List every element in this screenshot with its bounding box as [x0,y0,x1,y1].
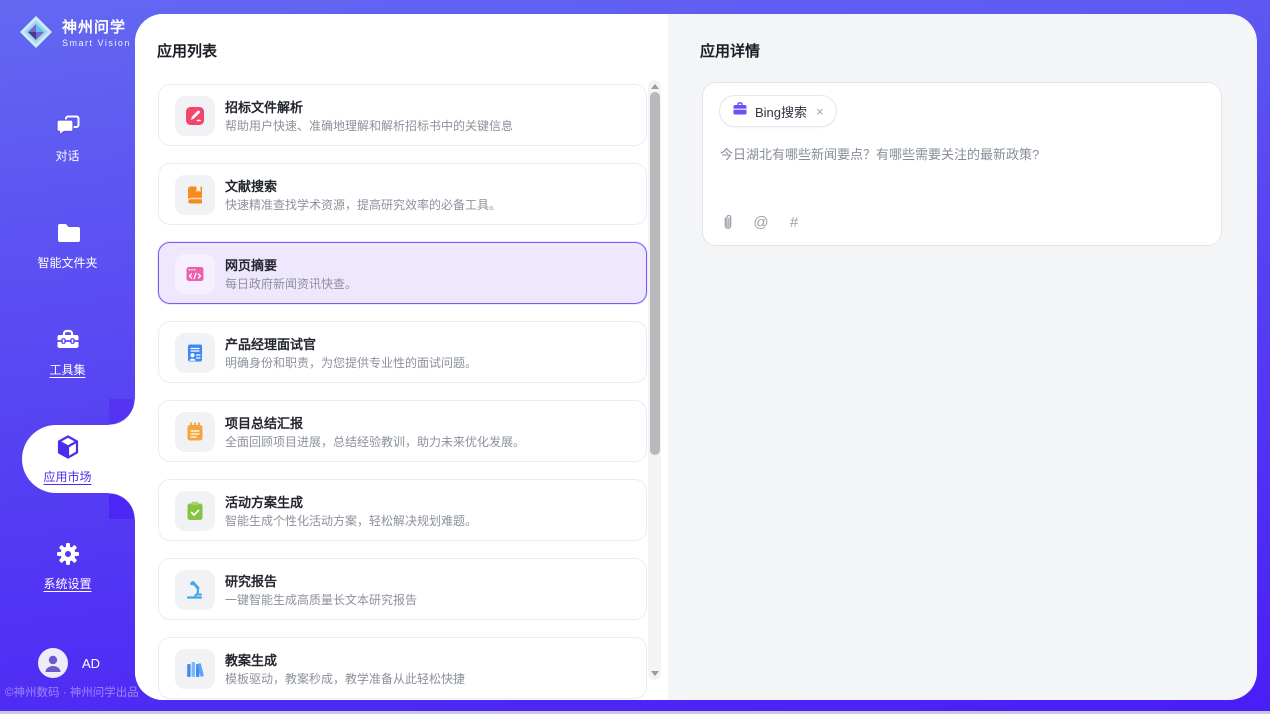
scrollbar[interactable] [648,80,661,680]
app-card[interactable]: 研究报告一键智能生成高质量长文本研究报告 [158,558,647,620]
prompt-card: Bing搜索 × 今日湖北有哪些新闻要点？有哪些需要关注的最新政策? @# [702,82,1222,246]
sidebar-item-chat[interactable]: 对话 [0,84,135,191]
app-detail-panel: 应用详情 Bing搜索 × 今日湖北有哪些新闻要点？有哪些需要关注的最新政策? … [668,14,1257,700]
sidebar-nav: 对话智能文件夹工具集应用市场系统设置 [0,84,135,619]
sidebar-item-system-settings[interactable]: 系统设置 [0,512,135,619]
app-card-list: 招标文件解析帮助用户快速、准确地理解和解析招标书中的关键信息文献搜索快速精准查找… [158,84,647,700]
app-card[interactable]: 产品经理面试官明确身份和职责，为您提供专业性的面试问题。 [158,321,647,383]
brand-logo: 神州问学 Smart Vision [18,14,131,50]
app-card-description: 全面回顾项目进展，总结经验教训，助力未来优化发展。 [225,433,525,450]
active-tab-connector-bottom [109,493,135,519]
user-profile[interactable]: AD [38,648,100,678]
sidebar-item-label: 工具集 [49,361,85,378]
app-list-panel: 应用列表 招标文件解析帮助用户快速、准确地理解和解析招标书中的关键信息文献搜索快… [135,14,668,700]
scrollbar-down-arrow-icon[interactable] [651,671,659,676]
app-card-description: 一键智能生成高质量长文本研究报告 [225,591,417,608]
app-card[interactable]: 项目总结汇报全面回顾项目进展，总结经验教训，助力未来优化发展。 [158,400,647,462]
app-card-name: 研究报告 [225,571,277,590]
toolbox-icon [54,326,82,354]
sidebar: 神州问学 Smart Vision 对话智能文件夹工具集应用市场系统设置 AD … [0,0,135,714]
active-tab-connector-top [109,399,135,425]
app-card-description: 智能生成个性化活动方案，轻松解决规划难题。 [225,512,477,529]
tool-chip-bing[interactable]: Bing搜索 × [719,95,837,127]
briefcase-icon [732,101,748,122]
app-list-title: 应用列表 [157,40,217,61]
book-icon [175,175,215,215]
cube-icon [54,433,82,461]
sidebar-item-smart-folder[interactable]: 智能文件夹 [0,191,135,298]
app-window: 神州问学 Smart Vision 对话智能文件夹工具集应用市场系统设置 AD … [0,0,1270,714]
app-card-name: 活动方案生成 [225,492,303,511]
app-card[interactable]: 文献搜索快速精准查找学术资源，提高研究效率的必备工具。 [158,163,647,225]
app-card-description: 模板驱动，教案秒成，教学准备从此轻松快捷 [225,670,465,687]
brand-subtitle: Smart Vision [62,38,131,48]
brand-diamond-icon [18,14,54,50]
sidebar-item-label: 对话 [55,147,79,164]
hash-icon[interactable]: # [785,213,803,231]
app-card-description: 明确身份和职责，为您提供专业性的面试问题。 [225,354,477,371]
app-card[interactable]: 教案生成模板驱动，教案秒成，教学准备从此轻松快捷 [158,637,647,699]
sidebar-item-toolset[interactable]: 工具集 [0,298,135,405]
user-name: AD [82,656,100,671]
composer-toolbar: @# [719,213,803,231]
pen-edit-icon [175,96,215,136]
app-card-name: 网页摘要 [225,255,277,274]
chip-label: Bing搜索 [755,102,807,121]
app-card[interactable]: 活动方案生成智能生成个性化活动方案，轻松解决规划难题。 [158,479,647,541]
app-card-name: 产品经理面试官 [225,334,316,353]
clipboard-check-icon [175,491,215,531]
sidebar-item-label: 系统设置 [43,575,91,592]
sidebar-item-label: 应用市场 [43,468,91,485]
app-card[interactable]: 招标文件解析帮助用户快速、准确地理解和解析招标书中的关键信息 [158,84,647,146]
sidebar-item-app-market[interactable]: 应用市场 [0,405,135,512]
notepad-icon [175,412,215,452]
at-icon[interactable]: @ [752,213,770,231]
app-detail-title: 应用详情 [700,40,760,61]
app-card-name: 教案生成 [225,650,277,669]
app-card-name: 招标文件解析 [225,97,303,116]
books-icon [175,649,215,689]
gear-icon [54,540,82,568]
content-panel: 应用列表 招标文件解析帮助用户快速、准确地理解和解析招标书中的关键信息文献搜索快… [135,14,1257,700]
app-card[interactable]: 网页摘要每日政府新闻资讯快查。 [158,242,647,304]
prompt-input[interactable]: 今日湖北有哪些新闻要点？有哪些需要关注的最新政策? [720,145,1204,165]
scrollbar-up-arrow-icon[interactable] [651,84,659,89]
paperclip-icon[interactable] [719,213,737,231]
scrollbar-thumb[interactable] [650,92,660,455]
chip-close-icon[interactable]: × [816,104,824,119]
sidebar-item-label: 智能文件夹 [37,254,97,271]
interviewer-icon [175,333,215,373]
app-card-name: 项目总结汇报 [225,413,303,432]
app-card-description: 帮助用户快速、准确地理解和解析招标书中的关键信息 [225,117,513,134]
app-card-name: 文献搜索 [225,176,277,195]
microscope-icon [175,570,215,610]
app-card-description: 快速精准查找学术资源，提高研究效率的必备工具。 [225,196,501,213]
browser-code-icon [175,254,215,294]
brand-name: 神州问学 [62,16,131,37]
app-card-description: 每日政府新闻资讯快查。 [225,275,357,292]
chat-icon [54,112,82,140]
copyright-text: ©神州数码 · 神州问学出品 [5,684,139,700]
folder-icon [54,219,82,247]
user-avatar-icon [38,648,68,678]
